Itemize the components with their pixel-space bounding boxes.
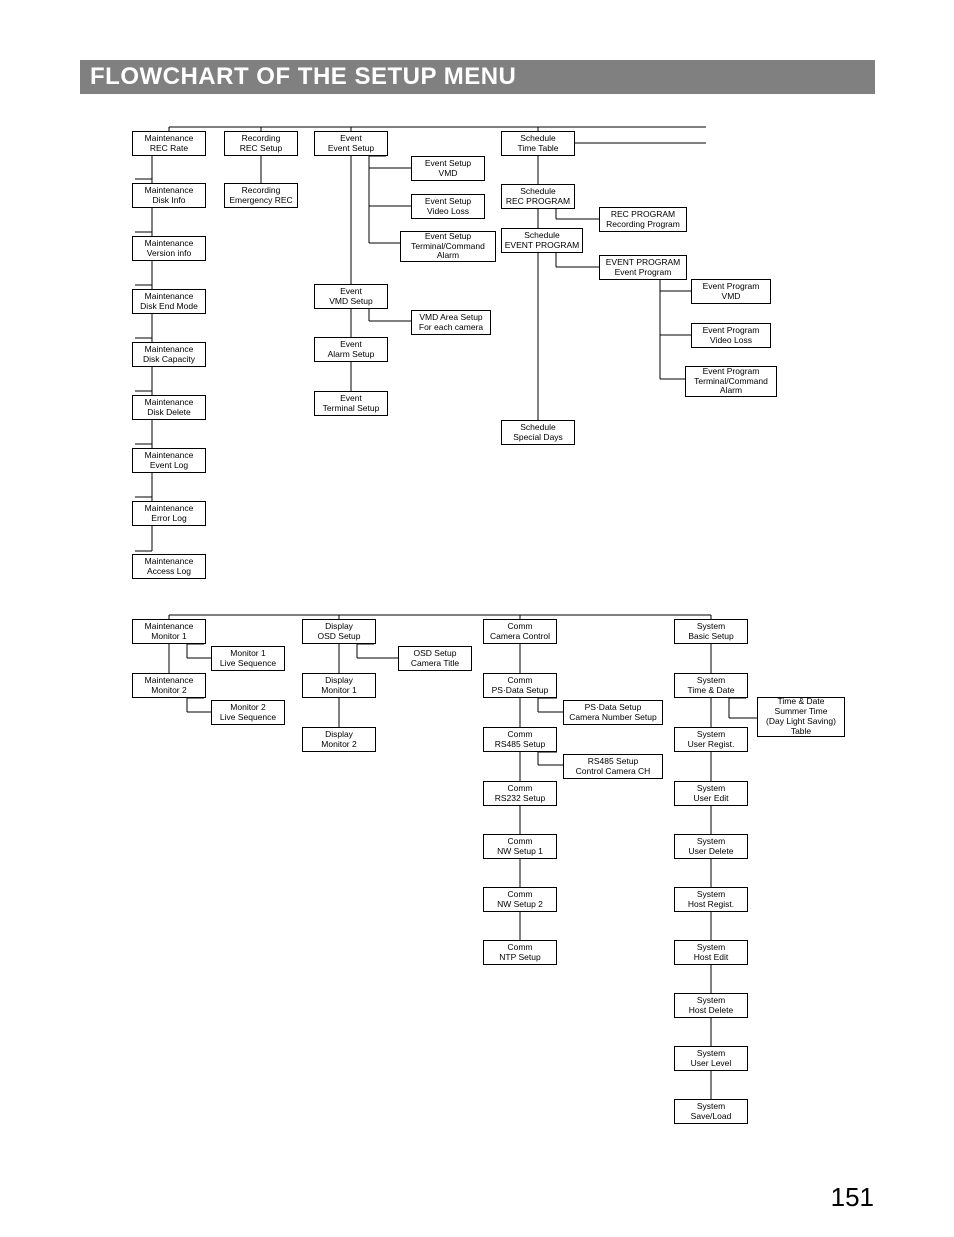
node-event-setup-vmd: Event SetupVMD: [411, 156, 485, 181]
node-monitor2-live-seq: Monitor 2Live Sequence: [211, 700, 285, 725]
node-maintenance-disk-end: MaintenanceDisk End Mode: [132, 289, 206, 314]
node-system-timedate: SystemTime & Date: [674, 673, 748, 698]
node-comm-nw2: CommNW Setup 2: [483, 887, 557, 912]
node-schedule-event-program: ScheduleEVENT PROGRAM: [501, 228, 583, 253]
node-maintenance-disk-delete: MaintenanceDisk Delete: [132, 395, 206, 420]
node-event-alarm-setup: EventAlarm Setup: [314, 337, 388, 362]
node-system-host-delete: SystemHost Delete: [674, 993, 748, 1018]
node-schedule-rec-program: ScheduleREC PROGRAM: [501, 184, 575, 209]
flowchart-canvas: MaintenanceREC Rate MaintenanceDisk Info…: [0, 0, 954, 1237]
node-comm-camera-control: CommCamera Control: [483, 619, 557, 644]
node-system-save-load: SystemSave/Load: [674, 1099, 748, 1124]
node-system-basic: SystemBasic Setup: [674, 619, 748, 644]
node-maintenance-version: MaintenanceVersion info: [132, 236, 206, 261]
node-recording-emergency: RecordingEmergency REC: [224, 183, 298, 208]
node-display-monitor1: DisplayMonitor 1: [302, 673, 376, 698]
node-maintenance-monitor1: MaintenanceMonitor 1: [132, 619, 206, 644]
node-comm-nw1: CommNW Setup 1: [483, 834, 557, 859]
node-event-event-setup: EventEvent Setup: [314, 131, 388, 156]
node-event-vmd-setup: EventVMD Setup: [314, 284, 388, 309]
node-event-program-video-loss: Event ProgramVideo Loss: [691, 323, 771, 348]
node-psdata-camnum: PS·Data SetupCamera Number Setup: [563, 700, 663, 725]
node-display-osd: DisplayOSD Setup: [302, 619, 376, 644]
node-maintenance-error-log: MaintenanceError Log: [132, 501, 206, 526]
node-event-program-vmd: Event ProgramVMD: [691, 279, 771, 304]
node-timedate-summer: Time & DateSummer Time(Day Light Saving)…: [757, 697, 845, 737]
node-system-user-edit: SystemUser Edit: [674, 781, 748, 806]
node-maintenance-event-log: MaintenanceEvent Log: [132, 448, 206, 473]
node-maintenance-rec-rate: MaintenanceREC Rate: [132, 131, 206, 156]
node-display-monitor2: DisplayMonitor 2: [302, 727, 376, 752]
node-vmd-area-setup: VMD Area SetupFor each camera: [411, 310, 491, 335]
node-comm-rs232: CommRS232 Setup: [483, 781, 557, 806]
node-schedule-time-table: ScheduleTime Table: [501, 131, 575, 156]
node-event-program: EVENT PROGRAMEvent Program: [599, 255, 687, 280]
page-number: 151: [831, 1182, 874, 1213]
node-rec-program: REC PROGRAMRecording Program: [599, 207, 687, 232]
node-system-user-delete: SystemUser Delete: [674, 834, 748, 859]
node-event-setup-video-loss: Event SetupVideo Loss: [411, 194, 485, 219]
node-recording-rec-setup: RecordingREC Setup: [224, 131, 298, 156]
node-maintenance-monitor2: MaintenanceMonitor 2: [132, 673, 206, 698]
node-system-user-level: SystemUser Level: [674, 1046, 748, 1071]
node-rs485-control-cam: RS485 SetupControl Camera CH: [563, 754, 663, 779]
node-system-host-edit: SystemHost Edit: [674, 940, 748, 965]
node-maintenance-disk-capacity: MaintenanceDisk Capacity: [132, 342, 206, 367]
node-schedule-special-days: ScheduleSpecial Days: [501, 420, 575, 445]
node-monitor1-live-seq: Monitor 1Live Sequence: [211, 646, 285, 671]
node-event-setup-terminal-alarm: Event SetupTerminal/CommandAlarm: [400, 231, 496, 262]
node-comm-ntp: CommNTP Setup: [483, 940, 557, 965]
node-event-terminal-setup: EventTerminal Setup: [314, 391, 388, 416]
node-maintenance-disk-info: MaintenanceDisk Info: [132, 183, 206, 208]
node-comm-rs485: CommRS485 Setup: [483, 727, 557, 752]
node-osd-camera-title: OSD SetupCamera Title: [398, 646, 472, 671]
node-system-host-regist: SystemHost Regist.: [674, 887, 748, 912]
node-system-user-regist: SystemUser Regist.: [674, 727, 748, 752]
node-event-program-terminal-alarm: Event ProgramTerminal/CommandAlarm: [685, 366, 777, 397]
node-comm-psdata: CommPS·Data Setup: [483, 673, 557, 698]
node-maintenance-access-log: MaintenanceAccess Log: [132, 554, 206, 579]
